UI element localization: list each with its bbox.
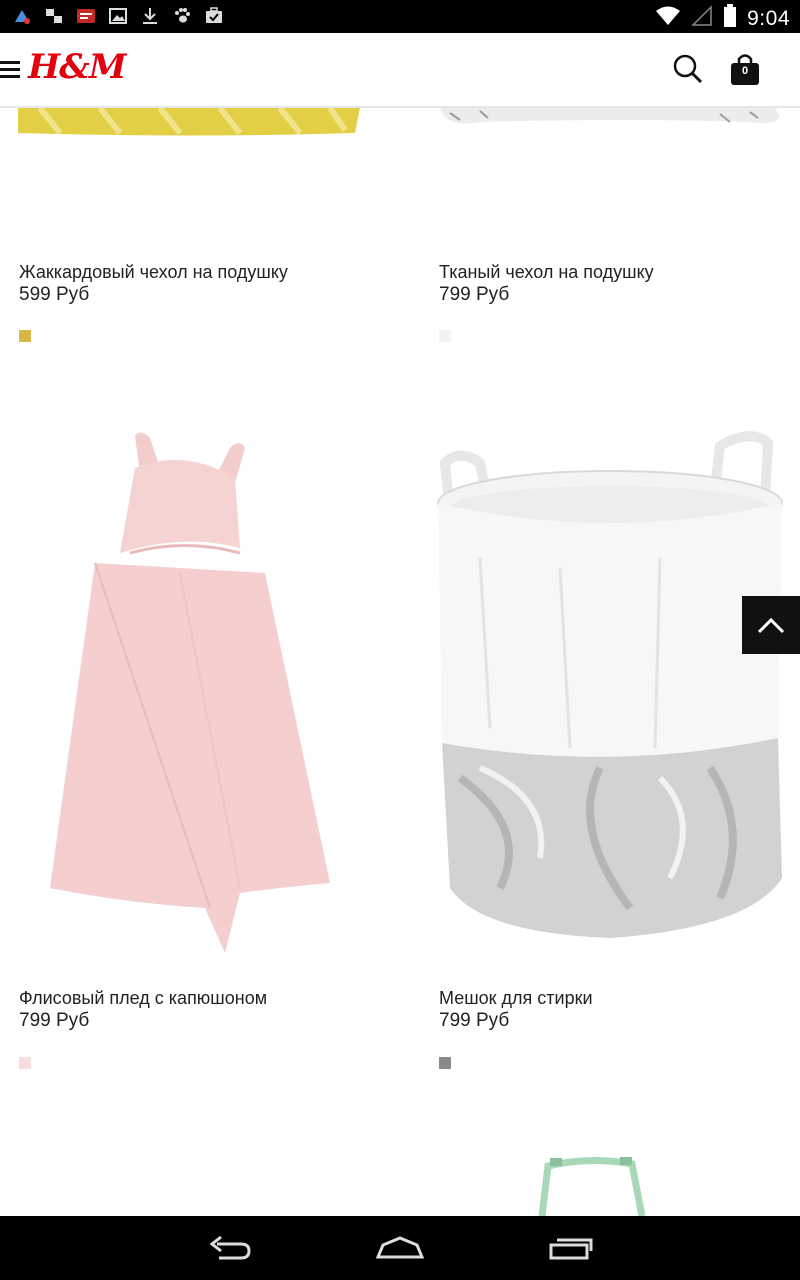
product-image[interactable] [420, 108, 800, 248]
home-icon [375, 1236, 425, 1259]
signal-icon [691, 5, 713, 32]
home-button[interactable] [375, 1232, 425, 1264]
product-title[interactable]: Тканый чехол на подушку [439, 262, 654, 283]
back-button[interactable] [205, 1232, 255, 1264]
product-card[interactable]: Мешок для стирки 799 Руб [420, 408, 800, 1088]
hamburger-menu-icon[interactable] [0, 61, 20, 79]
product-price: 799 Руб [439, 284, 510, 305]
system-navigation-bar [0, 1216, 800, 1280]
status-bar: 9:04 [0, 0, 800, 33]
battery-icon [723, 4, 737, 33]
system-icons: 9:04 [655, 4, 790, 33]
paw-icon [172, 6, 192, 26]
product-grid: Жаккардовый чехол на подушку 599 Руб Тка… [0, 108, 800, 1216]
product-price: 599 Руб [19, 284, 90, 305]
image-icon [108, 6, 128, 26]
notification-icons [12, 6, 224, 26]
recent-apps-button[interactable] [546, 1232, 596, 1264]
product-image[interactable] [0, 108, 380, 248]
color-swatch[interactable] [19, 330, 31, 342]
cart-count-badge: 0 [741, 65, 749, 77]
color-swatch[interactable] [439, 1057, 451, 1069]
briefcase-check-icon [204, 6, 224, 26]
shopping-bag-icon[interactable]: 0 [728, 51, 762, 87]
search-icon[interactable] [672, 53, 704, 85]
app-header: H&M 0 [0, 33, 800, 108]
product-image[interactable] [420, 408, 800, 983]
product-card[interactable]: Тканый чехол на подушку 799 Руб [420, 108, 800, 368]
scroll-to-top-button[interactable] [742, 596, 800, 654]
product-card[interactable]: Флисовый плед с капюшоном 799 Руб [0, 408, 380, 1088]
product-title[interactable]: Мешок для стирки [439, 988, 593, 1009]
recent-apps-icon [549, 1238, 593, 1260]
hm-logo[interactable]: H&M [28, 47, 126, 87]
app-notification-icon [12, 6, 32, 26]
status-time: 9:04 [747, 6, 790, 30]
product-card[interactable]: Жаккардовый чехол на подушку 599 Руб [0, 108, 380, 368]
product-price: 799 Руб [439, 1010, 510, 1031]
product-card[interactable] [420, 1148, 800, 1216]
product-price: 799 Руб [19, 1010, 90, 1031]
color-swatch[interactable] [19, 1057, 31, 1069]
download-icon [140, 6, 160, 26]
chevron-up-icon [757, 617, 785, 634]
wifi-icon [655, 5, 681, 32]
back-arrow-icon [209, 1235, 251, 1260]
transfer-icon [44, 6, 64, 26]
color-swatch[interactable] [439, 330, 451, 342]
product-title[interactable]: Жаккардовый чехол на подушку [19, 262, 288, 283]
product-image[interactable] [0, 408, 380, 983]
product-title[interactable]: Флисовый плед с капюшоном [19, 988, 267, 1009]
message-icon [76, 6, 96, 26]
product-image[interactable] [420, 1148, 800, 1216]
